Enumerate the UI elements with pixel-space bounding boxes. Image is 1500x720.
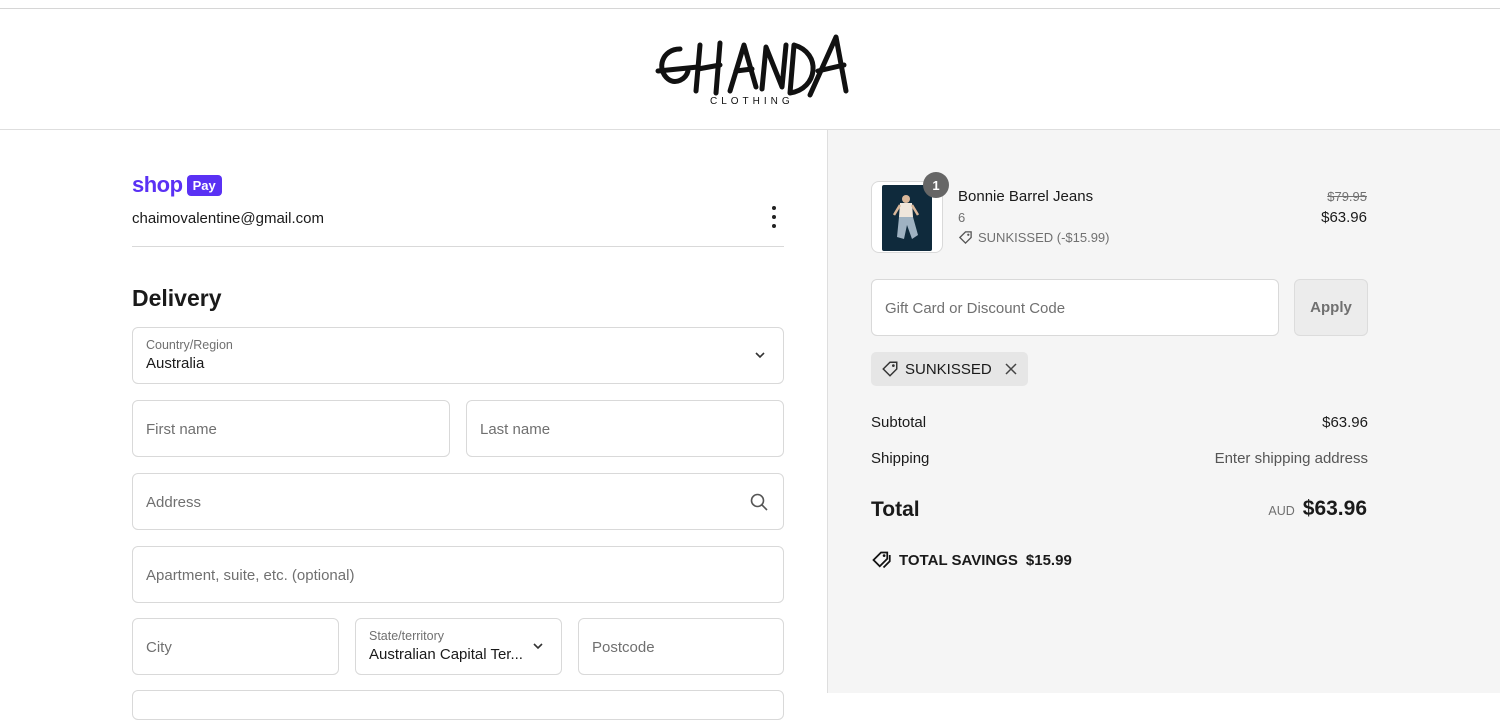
shipping-label: Shipping [871,450,930,467]
city-field[interactable]: City [132,618,339,675]
address-field[interactable]: Address [132,473,784,530]
last-name-placeholder: Last name [480,421,551,438]
shop-pay-badge: Pay [186,174,222,196]
chevron-down-icon [755,352,765,359]
state-select[interactable]: State/territory Australian Capital Ter..… [355,618,562,675]
product-name: Bonnie Barrel Jeans [958,188,1094,205]
logo-subtext: CLOTHING [710,96,794,107]
brand-logo[interactable]: CLOTHING [650,31,850,111]
apartment-field[interactable]: Apartment, suite, etc. (optional) [132,546,784,603]
divider [132,246,784,247]
account-menu-icon[interactable] [764,206,784,228]
product-discount: SUNKISSED (-$15.99) [958,230,1110,245]
search-icon [750,493,768,511]
discount-code-input[interactable]: Gift Card or Discount Code [871,279,1279,336]
total-label: Total [871,498,920,521]
postcode-placeholder: Postcode [592,639,655,656]
shipping-value: Enter shipping address [1214,450,1368,467]
tag-icon [958,231,972,245]
country-select[interactable]: Country/Region Australia [132,327,784,384]
shop-pay-logo: shop Pay [132,172,222,198]
shipping-row: Shipping Enter shipping address [871,450,1368,467]
country-label: Country/Region [146,338,233,352]
next-field-partial[interactable] [132,690,784,720]
product-variant: 6 [958,210,966,225]
first-name-field[interactable]: First name [132,400,450,457]
product-image [882,185,932,251]
total-value: $63.96 [1302,497,1367,520]
subtotal-value: $63.96 [1322,414,1368,431]
tag-icon [882,361,898,377]
discount-code-placeholder: Gift Card or Discount Code [885,300,1066,317]
postcode-field[interactable]: Postcode [578,618,784,675]
product-original-price: $79.95 [1327,189,1367,204]
country-value: Australia [146,355,205,372]
first-name-placeholder: First name [146,421,217,438]
total-currency: AUD [1268,504,1295,518]
product-discount-text: SUNKISSED (-$15.99) [978,230,1110,245]
last-name-field[interactable]: Last name [466,400,784,457]
account-email: chaimovalentine@gmail.com [132,210,324,227]
total-amount: AUD $63.96 [1268,497,1367,521]
address-placeholder: Address [146,494,202,511]
subtotal-label: Subtotal [871,414,927,431]
close-icon[interactable] [1004,362,1018,376]
city-placeholder: City [146,639,172,656]
savings-label: TOTAL SAVINGS [899,551,1018,569]
total-savings: TOTAL SAVINGS $15.99 [871,550,1072,570]
product-price: $63.96 [1321,209,1367,226]
delivery-heading: Delivery [132,285,222,311]
order-summary-panel: 1 Bonnie Barrel Jeans 6 SUNKISSED (-$15.… [827,130,1500,693]
apartment-placeholder: Apartment, suite, etc. (optional) [146,567,355,584]
quantity-badge: 1 [923,172,949,198]
subtotal-row: Subtotal $63.96 [871,414,1368,431]
savings-value: $15.99 [1025,551,1072,569]
checkout-form-panel: shop Pay chaimovalentine@gmail.com Deliv… [0,130,827,720]
tags-icon [872,551,891,569]
site-header: CLOTHING [0,9,1500,130]
applied-discount-chip: SUNKISSED [871,352,1028,386]
apply-button[interactable]: Apply [1294,279,1368,336]
chevron-down-icon [533,643,543,650]
state-label: State/territory [369,629,445,643]
applied-discount-code: SUNKISSED [905,360,992,378]
shop-pay-word: shop [132,172,183,197]
state-value: Australian Capital Ter... [369,646,523,663]
logo-graphic: CLOTHING [655,34,849,107]
